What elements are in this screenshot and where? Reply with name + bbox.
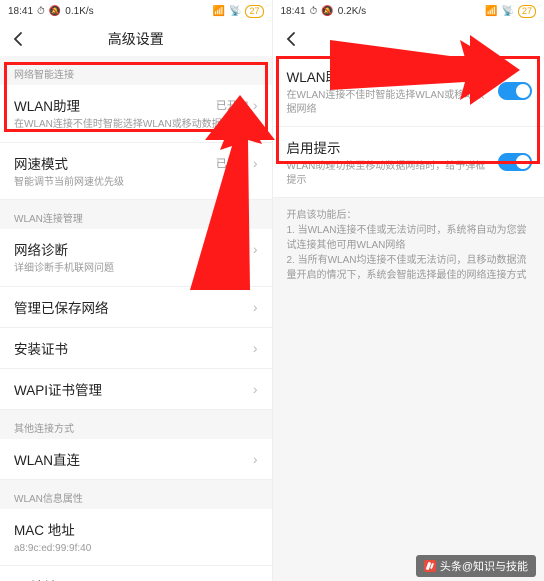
no-disturb-icon: 🔕: [321, 6, 333, 17]
row-wlan-assistant[interactable]: WLAN助理 已开启› 在WLAN连接不佳时智能选择WLAN或移动数据网络: [0, 85, 272, 143]
section-label: 其他连接方式: [0, 410, 272, 439]
page-title: 高级设置: [108, 29, 164, 49]
watermark: 头条@知识与技能: [416, 555, 536, 577]
row-mac-address: MAC 地址 a8:9c:ed:99:9f:40: [0, 509, 272, 567]
chevron-right-icon: ›: [253, 299, 258, 315]
toggle-enable-prompt[interactable]: [498, 153, 532, 171]
chevron-right-icon: ›: [253, 155, 258, 171]
navbar: WLAN 助理: [273, 22, 544, 56]
section-label: 网络智能连接: [0, 56, 272, 85]
chevron-right-icon: ›: [253, 340, 258, 356]
alarm-icon: ⏱: [37, 6, 45, 17]
chevron-right-icon: ›: [253, 381, 258, 397]
signal-icon: 📶: [485, 6, 497, 17]
row-enable-prompt[interactable]: 启用提示 WLAN助理切换至移动数据网络时，给予弹框提示: [273, 127, 544, 198]
toggle-wlan-assistant[interactable]: [498, 82, 532, 100]
signal-icon: 📶: [213, 6, 225, 17]
info-block: 开启该功能后： 1. 当WLAN连接不佳或无法访问时，系统将自动为您尝试连接其他…: [273, 198, 544, 293]
status-time: 18:41: [8, 6, 33, 17]
row-install-cert[interactable]: 安装证书›: [0, 328, 272, 369]
section-label: WLAN信息属性: [0, 480, 272, 509]
battery-level: 27: [245, 5, 263, 18]
row-wapi-cert[interactable]: WAPI证书管理›: [0, 369, 272, 410]
chevron-right-icon: ›: [253, 241, 258, 257]
status-bar: 18:41 ⏱ 🔕 0.2K/s 📶 📡 27: [273, 0, 544, 22]
battery-level: 27: [518, 5, 536, 18]
chevron-right-icon: ›: [253, 97, 258, 113]
toutiao-icon: [424, 560, 436, 572]
status-bar: 18:41 ⏱ 🔕 0.1K/s 📶 📡 27: [0, 0, 272, 22]
no-disturb-icon: 🔕: [49, 6, 61, 17]
row-net-speed-mode[interactable]: 网速模式 已开启› 智能调节当前网速优先级: [0, 143, 272, 201]
navbar: 高级设置: [0, 22, 272, 56]
net-speed: 0.1K/s: [65, 6, 93, 17]
row-wlan-assistant[interactable]: WLAN助理 在WLAN连接不佳时智能选择WLAN或移动数据网络: [273, 56, 544, 127]
alarm-icon: ⏱: [310, 6, 318, 17]
row-ip-address: IP 地址 fe80::aa9c:edff:fe99:9f40 192.168.…: [0, 566, 272, 581]
chevron-right-icon: ›: [253, 451, 258, 467]
row-wlan-direct[interactable]: WLAN直连›: [0, 439, 272, 480]
wifi-icon: 📡: [502, 6, 514, 17]
section-label: WLAN连接管理: [0, 200, 272, 229]
wifi-icon: 📡: [229, 6, 241, 17]
right-screenshot: 18:41 ⏱ 🔕 0.2K/s 📶 📡 27 WLAN 助理 WLAN助理 在…: [272, 0, 544, 581]
status-time: 18:41: [281, 6, 306, 17]
row-net-diagnose[interactable]: 网络诊断› 详细诊断手机联网问题: [0, 229, 272, 287]
row-manage-saved[interactable]: 管理已保存网络›: [0, 287, 272, 328]
left-screenshot: 18:41 ⏱ 🔕 0.1K/s 📶 📡 27 高级设置 网络智能连接 WLAN…: [0, 0, 272, 581]
back-button[interactable]: [279, 26, 305, 52]
back-button[interactable]: [6, 26, 32, 52]
net-speed: 0.2K/s: [338, 6, 366, 17]
